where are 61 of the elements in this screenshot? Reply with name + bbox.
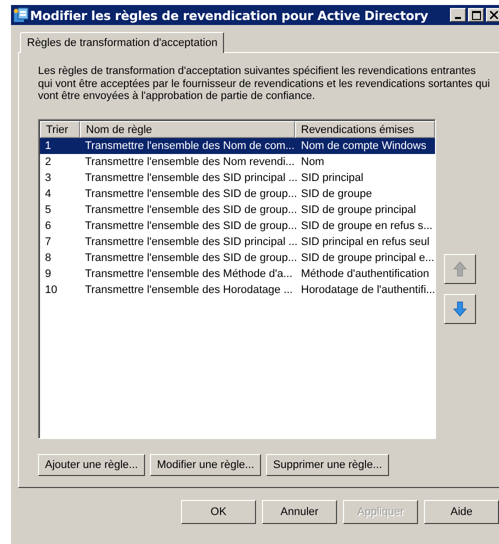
description-text: Les règles de transformation d'acceptation suivantes spécifient les revendications entrantes qui vont être acceptées par le fournisseur de revendications et les revendications sortantes qui vont être envoyées à l'approbation de partie de confiance. [38,65,491,102]
order-cell-text: 7 [44,236,52,248]
claims-cell-text: SID principal en refus seul [300,236,430,248]
claims-cell-text: Horodatage de l'authentifi... [300,284,435,296]
dialog-button[interactable]: Annuler [262,500,337,524]
close-icon [490,11,498,19]
dialog-button[interactable]: Aide [424,500,499,524]
order-cell-text: 5 [44,204,52,216]
dialog-button[interactable]: OK [181,500,256,524]
rule-row[interactable]: 3 Transmettre l'ensemble des SID principal ... SID principal [40,170,435,186]
rule-row[interactable]: 7 Transmettre l'ensemble des SID principal ... SID principal en refus seul [40,234,435,250]
rule-name-cell-text: Transmettre l'ensemble des SID de group... [84,252,295,264]
claims-cell-text: SID de groupe en refus s... [300,220,434,232]
order-cell-text: 1 [44,140,52,152]
rule-row[interactable]: 8 Transmettre l'ensemble des SID de group... SID de groupe principal e... [40,250,435,266]
rule-row[interactable]: 6 Transmettre l'ensemble des SID de group... SID de groupe en refus s... [40,218,435,234]
claims-cell-text: Méthode d'authentification [300,268,430,280]
claims-cell-text: Nom de compte Windows [300,140,428,152]
claims-cell-text: SID de groupe principal [300,204,417,216]
claims-cell-text: SID principal [300,172,364,184]
minimize-button[interactable] [450,8,466,22]
down-arrow-icon [453,300,467,316]
rule-name-cell-text: Transmettre l'ensemble des SID de group... [84,204,295,216]
order-cell-text: 3 [44,172,52,184]
move-down-button[interactable] [444,294,476,324]
rule-button[interactable]: Supprimer une règle... [266,454,390,476]
order-cell-text: 10 [44,284,58,296]
up-arrow-icon [453,260,467,276]
close-button[interactable] [486,8,499,22]
tab[interactable]: Règles de transformation d'acceptation [20,32,224,53]
rule-row[interactable]: 1 Transmettre l'ensemble des Nom de com... Nom de compte Windows [40,138,435,154]
rule-name-cell-text: Transmettre l'ensemble des Méthode d'a... [84,268,294,280]
rule-name-cell-text: Transmettre l'ensemble des SID principal ... [84,172,295,184]
rule-name-cell-text: Transmettre l'ensemble des SID principal ... [84,236,295,248]
rule-row[interactable]: 5 Transmettre l'ensemble des SID de group... SID de groupe principal [40,202,435,218]
order-cell-text: 9 [44,268,52,280]
window-title: Modifier les règles de revendication pour Active Directory [30,8,428,22]
column-header[interactable]: Revendications émises [295,120,435,138]
order-cell-text: 8 [44,252,52,264]
rule-name-cell-text: Transmettre l'ensemble des SID de group... [84,220,295,232]
rule-row[interactable]: 4 Transmettre l'ensemble des SID de group... SID de groupe [40,186,435,202]
order-cell-text: 4 [44,188,52,200]
app-icon [13,7,29,23]
maximize-icon [472,10,480,20]
rule-button[interactable]: Modifier une règle... [150,454,262,476]
maximize-button[interactable] [468,8,484,22]
claims-cell-text: SID de groupe principal e... [300,252,435,264]
column-header[interactable]: Trier [40,120,80,138]
column-header[interactable]: Nom de règle [80,120,295,138]
claims-cell-text: SID de groupe [300,188,373,200]
rule-row[interactable]: 9 Transmettre l'ensemble des Méthode d'a... Méthode d'authentification [40,266,435,282]
rule-row[interactable]: 2 Transmettre l'ensemble des Nom revendi... Nom [40,154,435,170]
rule-name-cell-text: Transmettre l'ensemble des Nom revendi... [84,156,295,168]
rule-name-cell-text: Transmettre l'ensemble des Nom de com... [84,140,295,152]
rule-button[interactable]: Ajouter une règle... [38,454,145,476]
claims-cell-text: Nom [300,156,326,168]
rule-name-cell-text: Transmettre l'ensemble des Horodatage ... [84,284,294,296]
order-cell-text: 6 [44,220,52,232]
rule-row[interactable]: 10 Transmettre l'ensemble des Horodatage ... Horodatage de l'authentifi... [40,282,435,298]
rule-name-cell-text: Transmettre l'ensemble des SID de group... [84,188,295,200]
order-cell-text: 2 [44,156,52,168]
